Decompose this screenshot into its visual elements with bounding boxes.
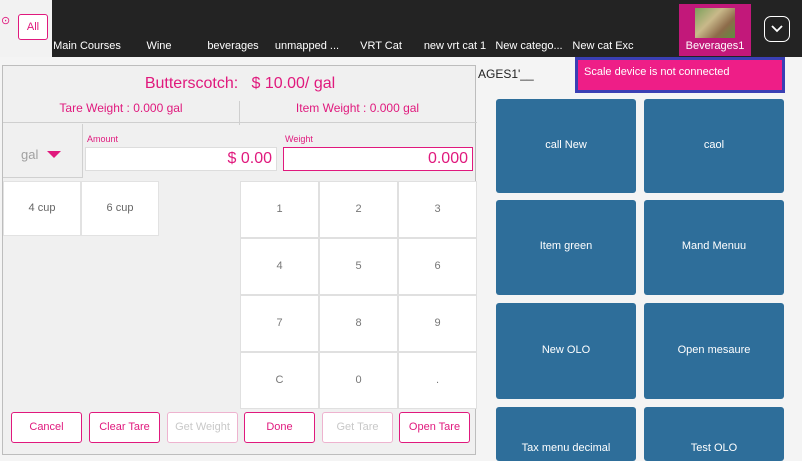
tile-open-mesaure[interactable]: Open mesaure [644, 303, 784, 399]
unit-value: gal [21, 147, 39, 162]
all-categories-button[interactable]: All [18, 14, 48, 40]
tile-item-green[interactable]: Item green [496, 200, 636, 295]
tab-new-category[interactable]: New catego... [492, 38, 566, 56]
add-icon[interactable]: ⊙ [1, 16, 13, 36]
scale-alert: Scale device is not connected [575, 57, 785, 93]
key-9[interactable]: 9 [398, 295, 477, 352]
key-5[interactable]: 5 [319, 238, 398, 295]
key-8[interactable]: 8 [319, 295, 398, 352]
dialog-footer: Cancel Clear Tare Get Weight Done Get Ta… [3, 412, 477, 456]
done-button[interactable]: Done [244, 412, 315, 443]
category-thumbnail [695, 8, 735, 38]
item-name: Butterscotch: [144, 75, 239, 92]
tab-beverages1[interactable]: Beverages1 [679, 4, 751, 56]
key-4[interactable]: 4 [240, 238, 319, 295]
item-title: Butterscotch: $ 10.00/ gal [3, 75, 477, 93]
menu-button[interactable] [764, 16, 790, 42]
caret-down-icon [47, 151, 61, 158]
weight-summary: Tare Weight : 0.000 gal Item Weight : 0.… [3, 97, 477, 125]
item-price: $ 10.00/ gal [251, 75, 336, 92]
weight-dialog: Butterscotch: $ 10.00/ gal Tare Weight :… [2, 65, 477, 456]
amount-field[interactable]: $ 0.00 [85, 147, 277, 171]
key-1[interactable]: 1 [240, 181, 319, 238]
numpad: 1 2 3 4 5 6 7 8 9 C 0 . [240, 181, 477, 410]
weight-field[interactable]: 0.000 [283, 147, 473, 171]
tab-vrt-cat[interactable]: VRT Cat [344, 38, 418, 56]
amount-label: Amount [87, 134, 119, 144]
tile-test-olo[interactable]: Test OLO [644, 407, 784, 461]
key-7[interactable]: 7 [240, 295, 319, 352]
item-weight: Item Weight : 0.000 gal [239, 101, 475, 125]
tab-new-vrt-cat-1[interactable]: new vrt cat 1 [418, 38, 492, 56]
tab-new-cat-exc[interactable]: New cat Exc [566, 38, 640, 56]
tile-caol[interactable]: caol [644, 99, 784, 193]
key-0[interactable]: 0 [319, 352, 398, 409]
quick-unit-6-cup[interactable]: 6 cup [81, 181, 159, 236]
clear-tare-button[interactable]: Clear Tare [89, 412, 160, 443]
tile-new-olo[interactable]: New OLO [496, 303, 636, 399]
top-bar: ⊙ All Main Courses Wine beverages unmapp… [0, 0, 802, 57]
weight-label: Weight [285, 134, 313, 144]
quick-unit-4-cup[interactable]: 4 cup [3, 181, 81, 236]
chevron-down-icon [771, 25, 783, 33]
grid-title: AGES1'__ [478, 67, 534, 81]
tab-beverages[interactable]: beverages [196, 38, 270, 56]
tare-weight: Tare Weight : 0.000 gal [59, 101, 183, 115]
left-toolbar: ⊙ All [0, 0, 52, 57]
category-tabs: Main Courses Wine beverages unmapped ...… [52, 38, 640, 56]
key-6[interactable]: 6 [398, 238, 477, 295]
tab-beverages1-label: Beverages1 [685, 40, 745, 52]
cancel-button[interactable]: Cancel [11, 412, 82, 443]
key-decimal[interactable]: . [398, 352, 477, 409]
key-3[interactable]: 3 [398, 181, 477, 238]
key-clear[interactable]: C [240, 352, 319, 409]
tile-call-new[interactable]: call New [496, 99, 636, 193]
scale-alert-text: Scale device is not connected [578, 60, 782, 90]
tile-mand-menuu[interactable]: Mand Menuu [644, 200, 784, 295]
tab-unmapped[interactable]: unmapped ... [270, 38, 344, 56]
unit-select[interactable]: gal [3, 124, 83, 178]
tile-tax-menu-decimal[interactable]: Tax menu decimal [496, 407, 636, 461]
tab-main-courses[interactable]: Main Courses [52, 38, 122, 56]
get-tare-button[interactable]: Get Tare [322, 412, 393, 443]
key-2[interactable]: 2 [319, 181, 398, 238]
tab-wine[interactable]: Wine [122, 38, 196, 56]
get-weight-button[interactable]: Get Weight [167, 412, 238, 443]
item-weight-text: Item Weight : 0.000 gal [295, 101, 420, 115]
open-tare-button[interactable]: Open Tare [399, 412, 470, 443]
